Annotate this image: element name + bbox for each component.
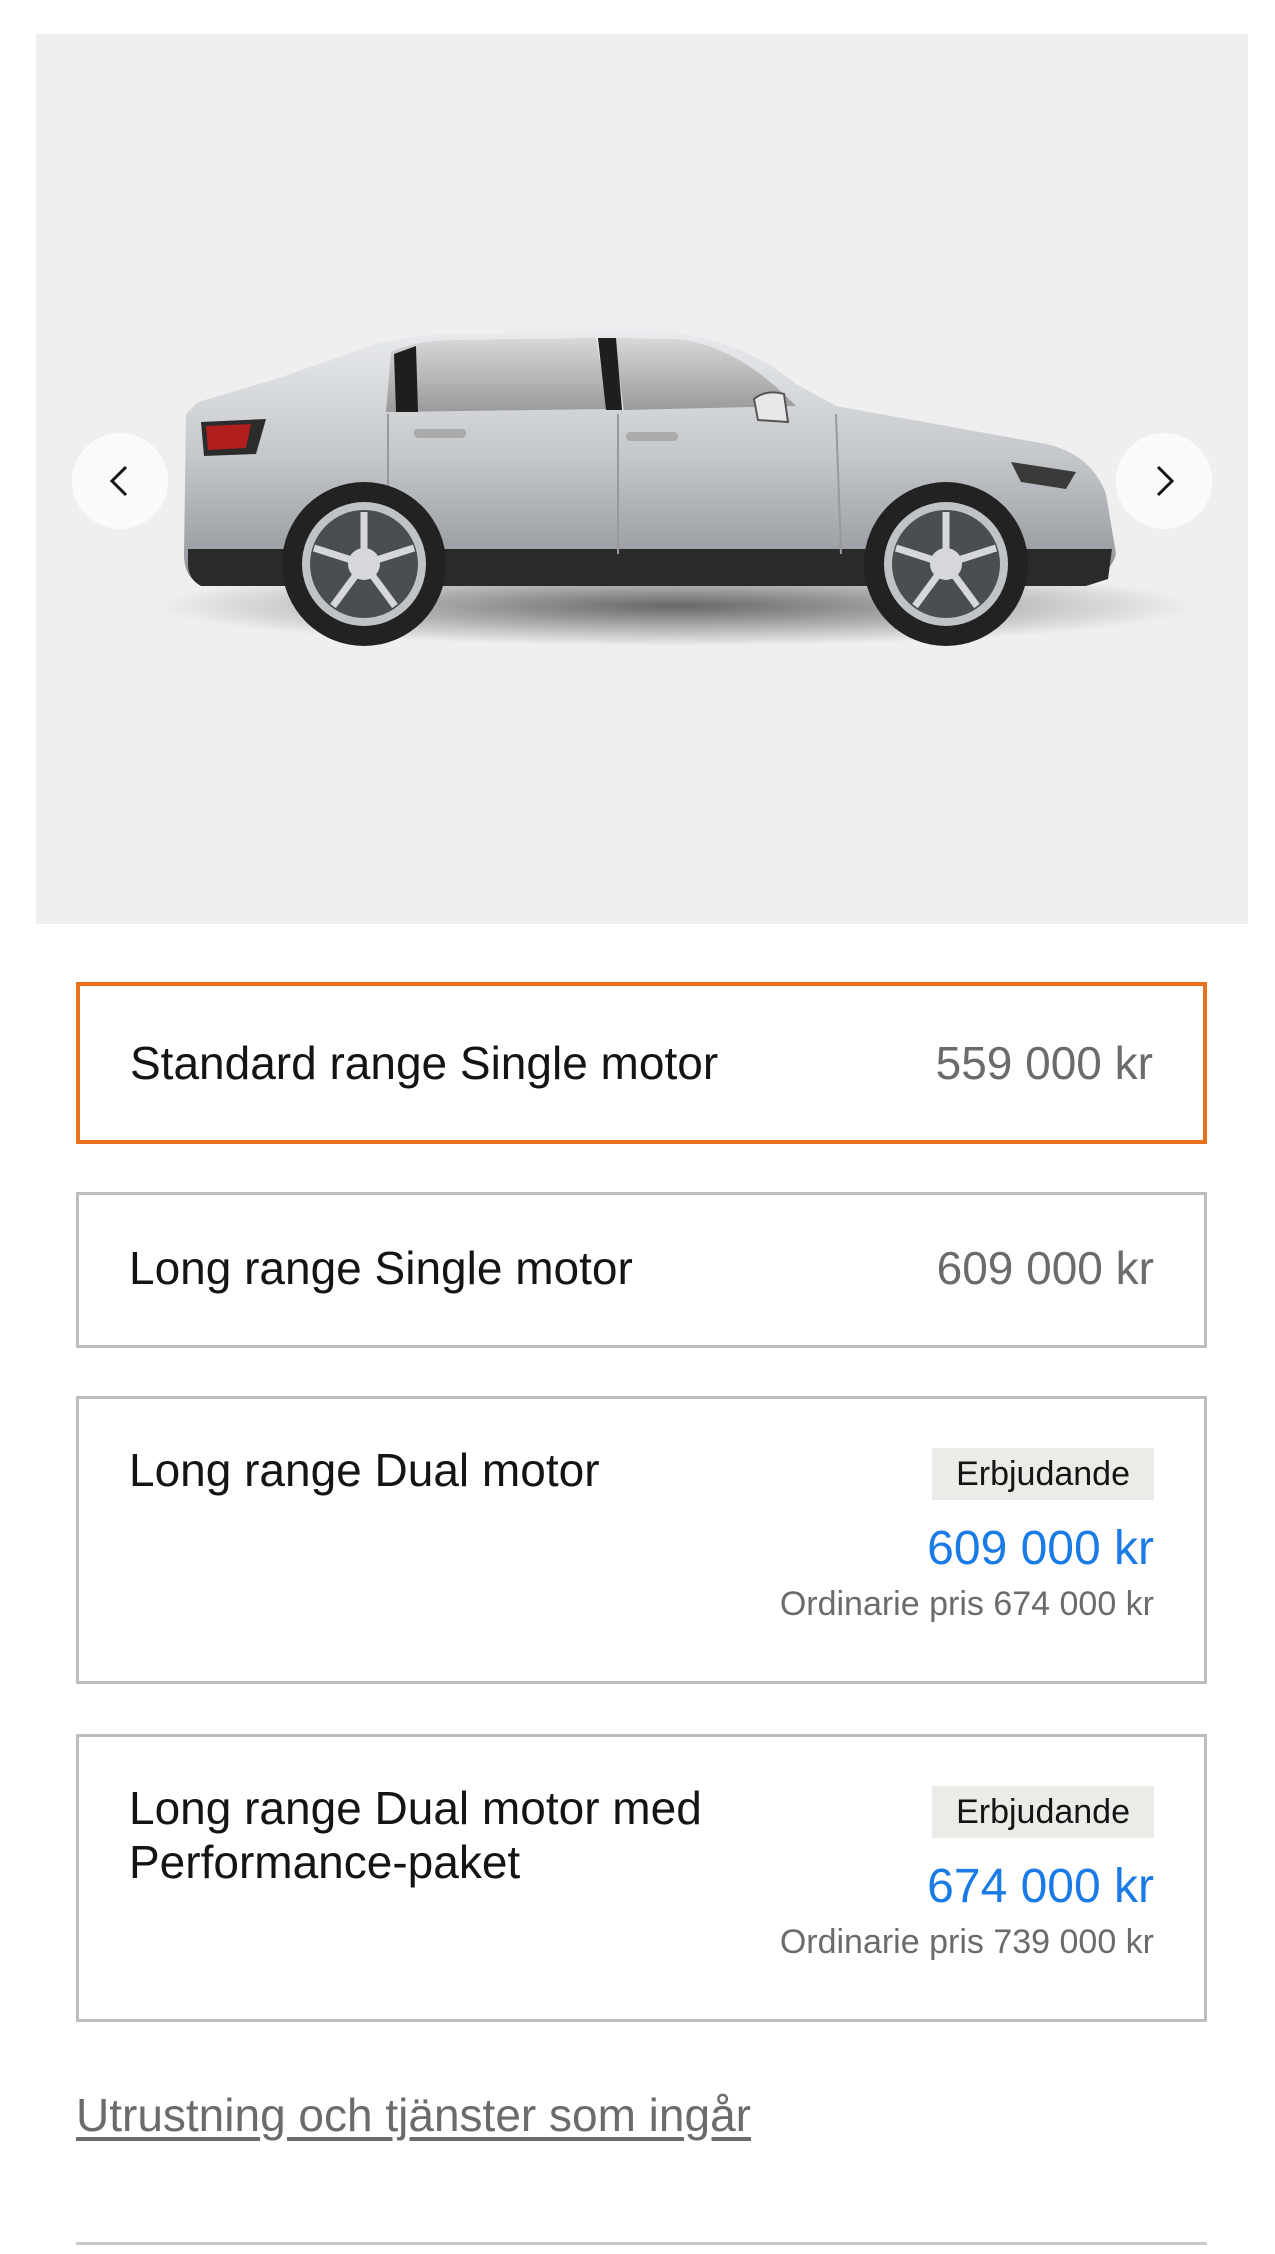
variant-name: Long range Dual motor xyxy=(129,1444,600,1496)
offer-price: 609 000 kr xyxy=(927,1522,1154,1575)
gallery-prev-button[interactable] xyxy=(72,433,168,529)
variant-option-long-range-dual[interactable]: Long range Dual motor Erbjudande 609 000… xyxy=(76,1396,1207,1684)
offer-badge: Erbjudande xyxy=(932,1448,1154,1500)
included-equipment-link[interactable]: Utrustning och tjänster som ingår xyxy=(76,2088,751,2142)
variant-option-long-range-dual-performance[interactable]: Long range Dual motor med Performance-pa… xyxy=(76,1734,1207,2022)
variant-name: Standard range Single motor xyxy=(130,1037,719,1089)
variant-price: 609 000 kr xyxy=(936,1242,1154,1294)
variant-option-long-range-single[interactable]: Long range Single motor 609 000 kr xyxy=(76,1192,1207,1348)
car-image-gallery xyxy=(36,34,1248,924)
regular-price: Ordinarie pris 674 000 kr xyxy=(779,1585,1154,1623)
variant-price: 559 000 kr xyxy=(935,1037,1153,1089)
chevron-right-icon xyxy=(1156,465,1175,497)
gallery-next-button[interactable] xyxy=(1116,433,1212,529)
divider xyxy=(76,2242,1207,2245)
offer-price: 674 000 kr xyxy=(927,1860,1154,1913)
variant-name: Long range Single motor xyxy=(129,1242,633,1294)
variant-name-line-2: Performance-paket xyxy=(129,1836,521,1888)
chevron-left-icon xyxy=(109,465,128,497)
variant-name-line-1: Long range Dual motor med xyxy=(129,1782,702,1834)
variant-option-standard-range-single[interactable]: Standard range Single motor 559 000 kr xyxy=(76,982,1207,1144)
offer-badge: Erbjudande xyxy=(932,1786,1154,1838)
car-image xyxy=(156,330,1196,646)
regular-price: Ordinarie pris 739 000 kr xyxy=(779,1923,1154,1961)
